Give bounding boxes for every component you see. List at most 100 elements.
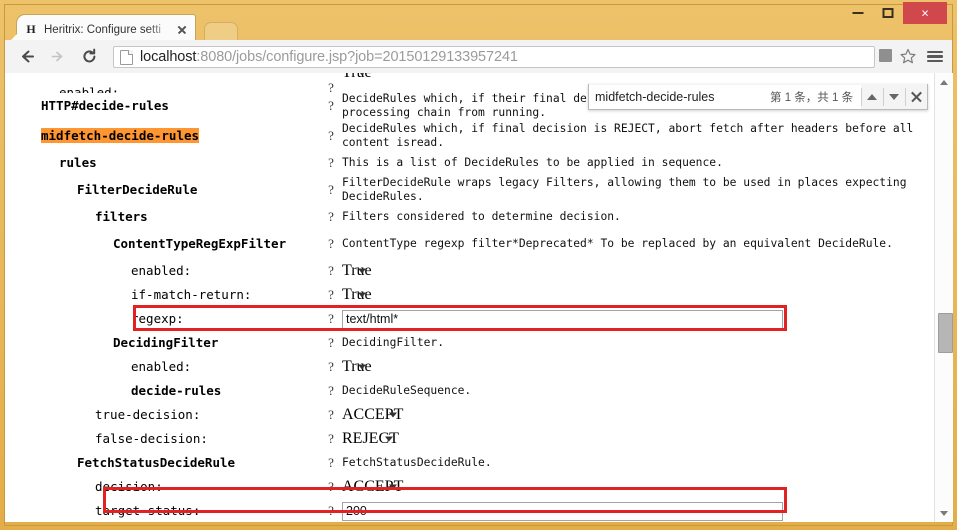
settings-row-label: filters xyxy=(95,209,148,224)
help-marker[interactable]: ? xyxy=(320,175,342,205)
help-marker[interactable]: ? xyxy=(320,427,342,451)
help-marker-label: ? xyxy=(328,263,334,278)
help-marker[interactable]: ? xyxy=(320,451,342,475)
find-input[interactable] xyxy=(589,84,762,109)
address-bar[interactable]: localhost:8080/jobs/configure.jsp?job=20… xyxy=(113,46,875,68)
help-marker-label: ? xyxy=(328,236,334,251)
settings-row: enabled:? True xyxy=(5,355,937,379)
vertical-scrollbar[interactable] xyxy=(934,73,953,522)
setting-description: DecideRules which, if final decision is … xyxy=(342,122,914,149)
settings-row-label-cell: true-decision: xyxy=(5,403,320,427)
help-marker-label: ? xyxy=(328,287,334,302)
maximize-button[interactable] xyxy=(873,2,903,24)
help-marker-label: ? xyxy=(328,209,334,224)
settings-row-value-cell: Filters considered to determine decision… xyxy=(342,205,937,229)
settings-row-value-cell: True xyxy=(342,259,937,283)
settings-row-label-cell: false-decision: xyxy=(5,427,320,451)
help-marker-label: ? xyxy=(328,359,334,374)
bookmark-star-button[interactable] xyxy=(898,47,918,66)
settings-row: midfetch-decide-rules? DecideRules which,… xyxy=(5,121,937,151)
page-document-icon xyxy=(120,49,133,65)
reload-button[interactable] xyxy=(81,48,99,66)
help-marker-label: ? xyxy=(328,479,334,494)
help-marker[interactable]: ? xyxy=(320,259,342,283)
new-tab-button[interactable] xyxy=(204,22,238,40)
tab-title: Heritrix: Configure setti xyxy=(44,23,161,36)
settings-row: FilterDecideRule? FilterDecideRule wraps … xyxy=(5,175,937,205)
settings-row-label: enabled: xyxy=(131,359,192,374)
setting-dropdown[interactable]: ACCEPT xyxy=(342,406,403,423)
setting-dropdown[interactable]: True xyxy=(342,286,372,303)
settings-row-label: enabled: xyxy=(131,263,192,278)
setting-dropdown[interactable]: REJECT xyxy=(342,430,399,447)
close-tab-icon[interactable] xyxy=(175,23,189,37)
settings-row-label-cell: target-status: xyxy=(5,499,320,522)
help-marker[interactable]: ? xyxy=(320,73,342,95)
hamburger-line xyxy=(927,55,943,58)
find-previous-button[interactable] xyxy=(861,84,884,109)
setting-text-input[interactable] xyxy=(342,309,783,329)
settings-row-value-cell xyxy=(342,307,937,331)
scroll-up-button[interactable] xyxy=(935,73,953,91)
find-close-button[interactable] xyxy=(905,84,927,109)
settings-table: enabled:? True HTTP#decide-rules? DecideRul… xyxy=(5,73,937,522)
settings-row-value-cell: ContentType regexp filter*Deprecated* To… xyxy=(342,229,937,259)
find-bar: 第 1 条，共 1 条 xyxy=(588,84,928,110)
settings-row-value-cell xyxy=(342,499,937,522)
browser-menu-button[interactable] xyxy=(927,48,947,65)
settings-row-label: FilterDecideRule xyxy=(77,182,198,197)
settings-row: false-decision:? REJECT xyxy=(5,427,937,451)
help-marker[interactable]: ? xyxy=(320,283,342,307)
settings-row: DecidingFilter? DecidingFilter. xyxy=(5,331,937,355)
help-marker[interactable]: ? xyxy=(320,331,342,355)
help-marker[interactable]: ? xyxy=(320,379,342,403)
find-match-count: 第 1 条，共 1 条 xyxy=(762,84,862,109)
help-marker[interactable]: ? xyxy=(320,475,342,499)
heritrix-configure-form: enabled:? True HTTP#decide-rules? DecideRul… xyxy=(5,73,937,522)
settings-row: rules? This is a list of DecideRules to b… xyxy=(5,151,937,175)
help-marker[interactable]: ? xyxy=(320,151,342,175)
help-marker[interactable]: ? xyxy=(320,205,342,229)
back-arrow-icon xyxy=(19,48,37,65)
forward-button[interactable] xyxy=(49,48,67,66)
help-marker[interactable]: ? xyxy=(320,307,342,331)
reload-icon xyxy=(81,48,99,65)
help-marker[interactable]: ? xyxy=(320,403,342,427)
settings-row-label-cell: FetchStatusDecideRule xyxy=(5,451,320,475)
settings-row: ContentTypeRegExpFilter? ContentType rege… xyxy=(5,229,937,259)
setting-text-input[interactable] xyxy=(342,501,783,521)
help-marker-label: ? xyxy=(328,335,334,350)
settings-row-label-cell: decide-rules xyxy=(5,379,320,403)
settings-row-label-cell: FilterDecideRule xyxy=(5,175,320,205)
settings-row-label-cell: DecidingFilter xyxy=(5,331,320,355)
settings-row-label: if-match-return: xyxy=(131,287,252,302)
settings-row: true-decision:? ACCEPT xyxy=(5,403,937,427)
extension-icon[interactable] xyxy=(879,49,892,62)
setting-dropdown-wrapper: True xyxy=(342,262,372,279)
setting-dropdown[interactable]: ACCEPT xyxy=(342,478,403,495)
find-next-button[interactable] xyxy=(883,84,906,109)
scroll-down-button[interactable] xyxy=(935,504,953,522)
settings-row-value-cell: ACCEPT xyxy=(342,403,937,427)
settings-row: enabled:? True xyxy=(5,259,937,283)
settings-row-label-cell: midfetch-decide-rules xyxy=(5,121,320,151)
settings-row-label-cell: enabled: xyxy=(5,259,320,283)
scrollbar-thumb[interactable] xyxy=(938,313,953,353)
help-marker-label: ? xyxy=(328,455,334,470)
help-marker[interactable]: ? xyxy=(320,499,342,522)
close-window-button[interactable]: × xyxy=(903,2,947,24)
setting-dropdown[interactable]: True xyxy=(342,262,372,279)
help-marker[interactable]: ? xyxy=(320,355,342,379)
help-marker[interactable]: ? xyxy=(320,229,342,259)
setting-dropdown[interactable]: True xyxy=(342,358,372,375)
settings-row: if-match-return:? True xyxy=(5,283,937,307)
setting-dropdown[interactable]: True xyxy=(342,73,372,81)
minimize-button[interactable] xyxy=(843,2,873,24)
help-marker[interactable]: ? xyxy=(320,91,342,121)
help-marker[interactable]: ? xyxy=(320,121,342,151)
settings-row-value-cell: True xyxy=(342,355,937,379)
setting-description: Filters considered to determine decision… xyxy=(342,210,621,223)
setting-dropdown-wrapper: ACCEPT xyxy=(342,406,403,423)
page-viewport: enabled:? True HTTP#decide-rules? DecideRul… xyxy=(5,73,952,522)
back-button[interactable] xyxy=(19,48,37,66)
